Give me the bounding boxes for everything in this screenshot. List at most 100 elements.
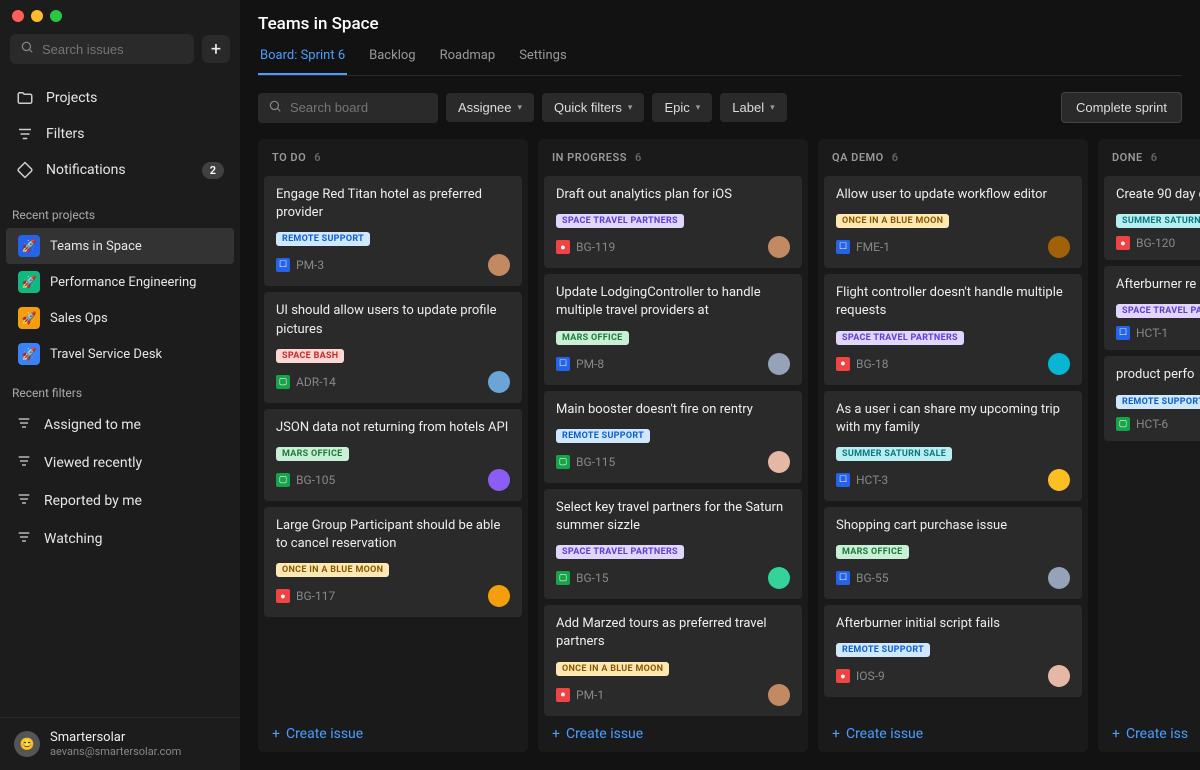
column-count: 6 [1151, 151, 1158, 164]
filter-item[interactable]: Watching [0, 520, 240, 558]
nav-item-filters[interactable]: Filters [0, 116, 240, 152]
column-name: TO DO [272, 151, 306, 164]
card[interactable]: product perfo REMOTE SUPPORT ▢ HCT-6 [1104, 356, 1200, 440]
column-done: DONE 6 Create 90 day departments i SUMMER… [1098, 139, 1200, 752]
filter-button-quick-filters[interactable]: Quick filters▾ [542, 93, 644, 122]
user-footer[interactable]: 😊 Smartersolar aevans@smartersolar.com [0, 717, 240, 770]
epic-tag: SUMMER SATURN SALE [836, 447, 952, 461]
close-window-icon[interactable] [12, 10, 24, 22]
board-search-box[interactable] [258, 93, 438, 123]
card[interactable]: Create 90 day departments i SUMMER SATUR… [1104, 176, 1200, 260]
tab-backlog[interactable]: Backlog [367, 42, 417, 75]
project-item[interactable]: 🚀Performance Engineering [6, 264, 234, 300]
project-item[interactable]: 🚀 Sales Ops [6, 300, 234, 336]
issue-type-icon: ▢ [276, 375, 290, 389]
create-issue-button[interactable]: +Create issue [818, 716, 1088, 752]
nav-item-notifications[interactable]: Notifications2 [0, 152, 240, 188]
epic-tag: ONCE IN A BLUE MOON [556, 662, 669, 676]
assignee-avatar-icon [488, 254, 510, 276]
card[interactable]: Engage Red Titan hotel as preferred prov… [264, 176, 522, 286]
filter-button-assignee[interactable]: Assignee▾ [446, 93, 534, 122]
card-title: Afterburner re [1116, 276, 1200, 294]
create-issue-label: Create iss [1126, 726, 1188, 742]
column-count: 6 [314, 151, 321, 164]
issue-type-icon: ● [1116, 236, 1130, 250]
nav-label: Projects [46, 90, 97, 106]
minimize-window-icon[interactable] [31, 10, 43, 22]
tab-settings[interactable]: Settings [517, 42, 568, 75]
project-label: Sales Ops [50, 311, 108, 326]
filter-icon [16, 491, 32, 511]
user-email: aevans@smartersolar.com [50, 745, 181, 758]
card[interactable]: Large Group Participant should be able t… [264, 507, 522, 617]
epic-tag: SUMMER SATURN SALE [1116, 214, 1200, 228]
complete-sprint-button[interactable]: Complete sprint [1061, 92, 1182, 123]
tab-board-sprint-6[interactable]: Board: Sprint 6 [258, 42, 347, 75]
assignee-avatar-icon [1048, 236, 1070, 258]
search-issues-input[interactable] [42, 42, 184, 57]
card-title: Add Marzed tours as preferred travel par… [556, 615, 790, 651]
assignee-avatar-icon [488, 469, 510, 491]
card[interactable]: Main booster doesn't fire on rentry REMO… [544, 391, 802, 483]
card[interactable]: Update LodgingController to handle multi… [544, 274, 802, 384]
filter-button-label[interactable]: Label▾ [720, 93, 786, 122]
nav-label: Filters [46, 126, 85, 142]
board-search-input[interactable] [290, 100, 428, 115]
nav-badge: 2 [202, 162, 224, 179]
card-title: Select key travel partners for the Satur… [556, 499, 790, 535]
issue-key: BG-55 [856, 571, 888, 585]
filter-item[interactable]: Assigned to me [0, 406, 240, 444]
card[interactable]: Draft out analytics plan for iOS SPACE T… [544, 176, 802, 268]
issue-type-icon: ● [556, 688, 570, 702]
filter-item[interactable]: Reported by me [0, 482, 240, 520]
create-issue-button[interactable]: +Create issue [538, 716, 808, 752]
card[interactable]: Allow user to update workflow editor ONC… [824, 176, 1082, 268]
issue-key: HCT-1 [1136, 326, 1168, 340]
filter-item[interactable]: Viewed recently [0, 444, 240, 482]
issue-key: PM-3 [296, 258, 324, 272]
create-issue-label: Create issue [846, 726, 923, 742]
card[interactable]: As a user i can share my upcoming trip w… [824, 391, 1082, 501]
issue-key: FME-1 [856, 240, 890, 254]
chevron-down-icon: ▾ [770, 102, 775, 113]
epic-tag: ONCE IN A BLUE MOON [276, 563, 389, 577]
issue-type-icon: ☐ [276, 258, 290, 272]
column-name: QA DEMO [832, 151, 884, 164]
card[interactable]: Add Marzed tours as preferred travel par… [544, 605, 802, 715]
epic-tag: SPACE TRAVEL PARTNERS [836, 331, 964, 345]
issue-type-icon: ● [836, 669, 850, 683]
create-button[interactable]: + [202, 35, 230, 63]
issue-type-icon: ● [556, 240, 570, 254]
tab-roadmap[interactable]: Roadmap [438, 42, 498, 75]
card[interactable]: Select key travel partners for the Satur… [544, 489, 802, 599]
maximize-window-icon[interactable] [50, 10, 62, 22]
issue-key: HCT-3 [856, 473, 888, 487]
project-label: Teams in Space [50, 239, 142, 254]
card[interactable]: Afterburner initial script fails REMOTE … [824, 605, 1082, 697]
card[interactable]: UI should allow users to update profile … [264, 292, 522, 402]
card[interactable]: JSON data not returning from hotels API … [264, 409, 522, 501]
assignee-avatar-icon [768, 684, 790, 706]
filter-button-epic[interactable]: Epic▾ [652, 93, 712, 122]
filter-button-label: Assignee [458, 100, 511, 115]
projects-icon [16, 89, 34, 107]
create-issue-button[interactable]: +Create iss [1098, 716, 1200, 752]
chevron-down-icon: ▾ [628, 102, 633, 113]
column-name: DONE [1112, 151, 1143, 164]
card[interactable]: Shopping cart purchase issue MARS OFFICE… [824, 507, 1082, 599]
issue-key: IOS-9 [856, 669, 885, 683]
card[interactable]: Flight controller doesn't handle multipl… [824, 274, 1082, 384]
issue-type-icon: ▢ [1116, 417, 1130, 431]
project-item[interactable]: 🚀Teams in Space [6, 228, 234, 264]
epic-tag: MARS OFFICE [556, 331, 629, 345]
search-issues-box[interactable] [10, 34, 194, 64]
issue-key: BG-18 [856, 357, 888, 371]
plus-icon: + [272, 726, 280, 742]
card[interactable]: Afterburner re SPACE TRAVEL PARTNERS ☐ H… [1104, 266, 1200, 350]
project-icon: 🚀 [18, 307, 40, 329]
filter-button-label: Epic [664, 100, 689, 115]
project-item[interactable]: 🚀Travel Service Desk [6, 336, 234, 372]
nav-item-projects[interactable]: Projects [0, 80, 240, 116]
epic-tag: ONCE IN A BLUE MOON [836, 214, 949, 228]
create-issue-button[interactable]: +Create issue [258, 716, 528, 752]
